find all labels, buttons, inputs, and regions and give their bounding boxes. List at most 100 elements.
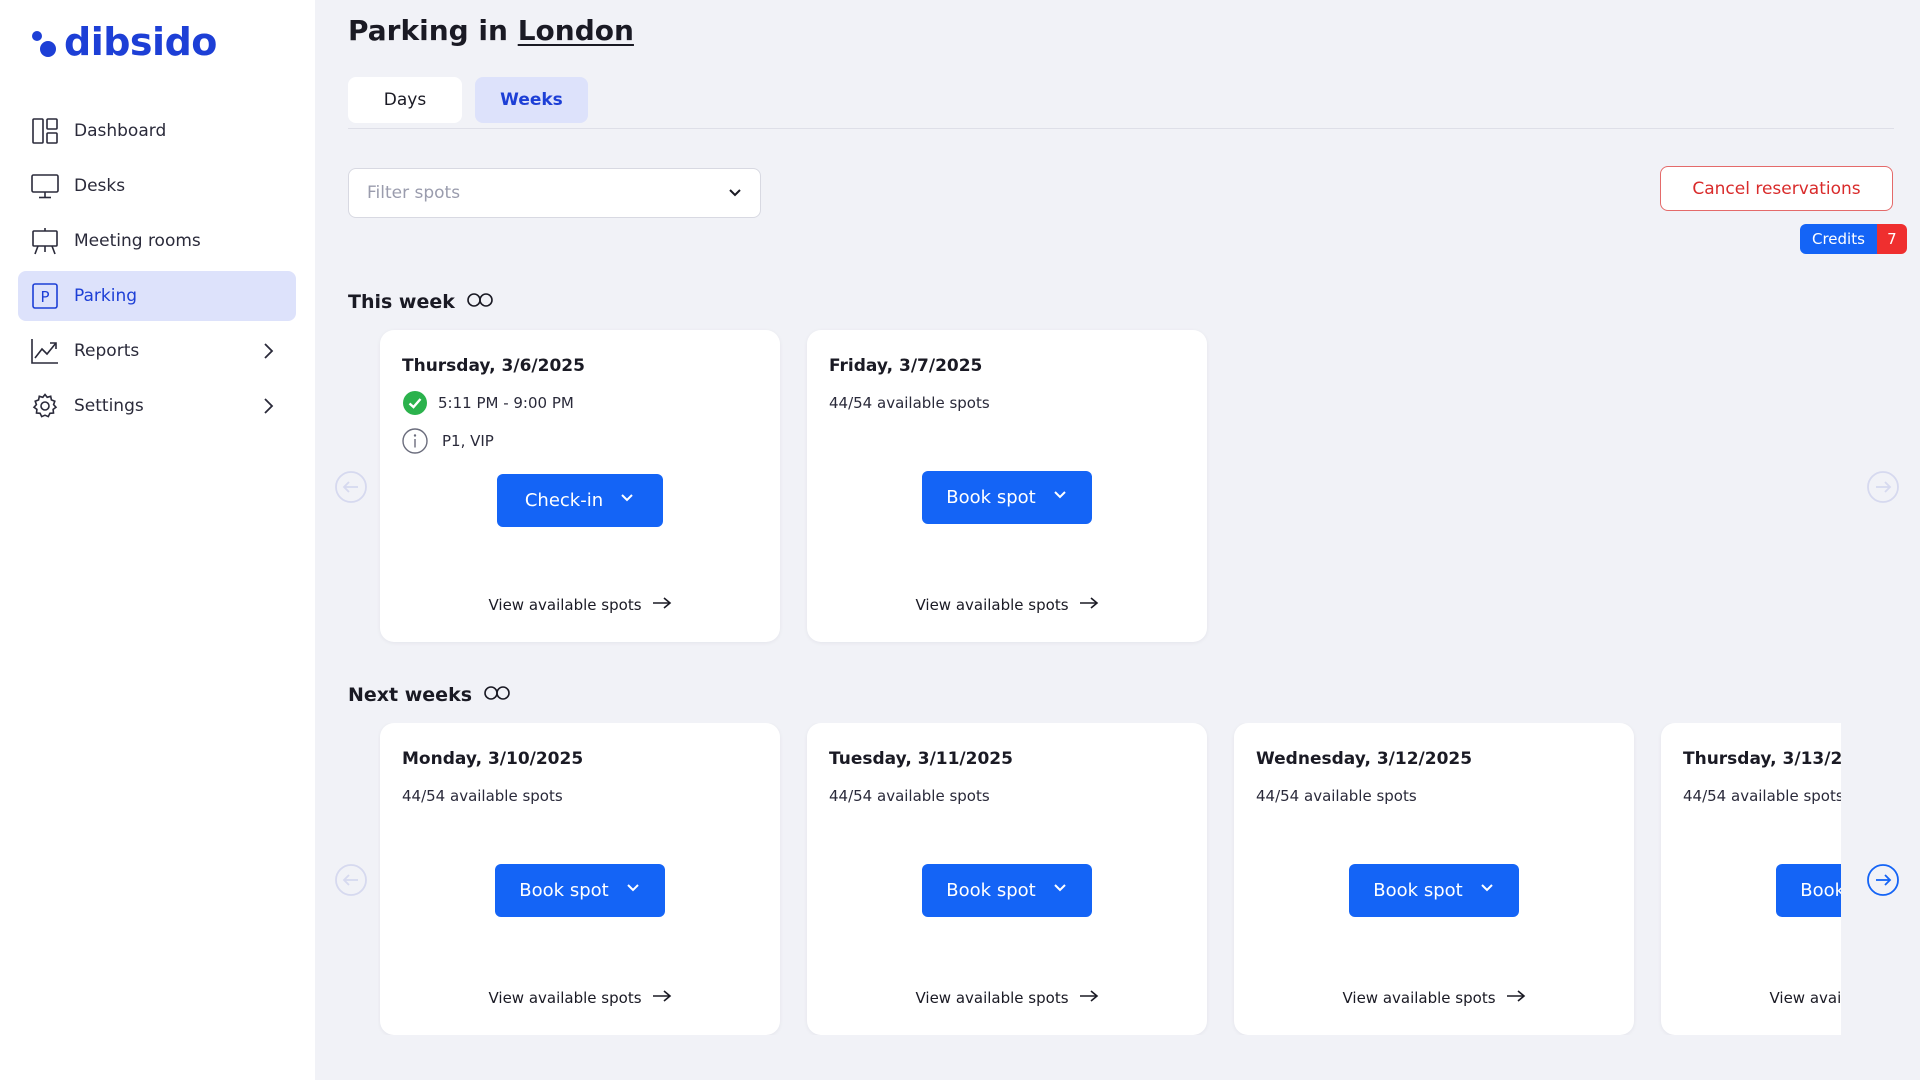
arrow-right-icon	[1079, 596, 1099, 614]
button-label: Check-in	[524, 490, 604, 511]
available-spots-count: 44/54 available spots	[829, 394, 990, 412]
chevron-down-icon	[619, 490, 635, 511]
credits-label: Credits	[1800, 224, 1877, 254]
button-label: Book spot	[946, 880, 1036, 901]
view-available-spots-link[interactable]: View available spots	[807, 596, 1207, 614]
sidebar-item-desks[interactable]: Desks	[18, 161, 296, 211]
sidebar-item-label: Dashboard	[74, 121, 167, 141]
tabs-divider	[348, 128, 1894, 129]
next-arrow-button[interactable]	[1866, 470, 1900, 504]
info-icon	[402, 428, 428, 454]
sidebar-item-label: Desks	[74, 176, 126, 196]
day-card: Monday, 3/10/2025 44/54 available spots …	[380, 723, 780, 1035]
sidebar-item-label: Settings	[74, 396, 144, 416]
button-label: Book spot	[1800, 880, 1841, 901]
filter-spots-select[interactable]: Filter spots	[348, 168, 761, 218]
check-circle-icon	[402, 390, 428, 416]
link-label: View available spots	[915, 989, 1069, 1007]
card-date: Monday, 3/10/2025	[402, 749, 584, 769]
book-spot-button[interactable]: Book spot	[1776, 864, 1841, 917]
link-label: View available spots	[1342, 989, 1496, 1007]
button-label: Book spot	[519, 880, 609, 901]
city-selector[interactable]: London	[518, 14, 634, 47]
book-spot-button[interactable]: Book spot	[922, 471, 1092, 524]
sidebar-item-meeting-rooms[interactable]: Meeting rooms	[18, 216, 296, 266]
arrow-right-icon	[1079, 989, 1099, 1007]
view-available-spots-link[interactable]: View available spots	[380, 596, 780, 614]
chevron-down-icon	[726, 184, 744, 207]
app-logo[interactable]: dibsido	[30, 20, 217, 64]
reservation-time-row: 5:11 PM - 9:00 PM	[402, 390, 574, 416]
check-in-button[interactable]: Check-in	[497, 474, 663, 527]
arrow-right-icon	[652, 989, 672, 1007]
tab-days[interactable]: Days	[348, 77, 462, 123]
section-title-text: This week	[348, 290, 455, 313]
view-available-spots-link[interactable]: View available spots	[1661, 989, 1841, 1007]
book-spot-button[interactable]: Book spot	[1349, 864, 1519, 917]
section-title-next-weeks: Next weeks	[348, 683, 512, 706]
link-label: View available spots	[488, 989, 642, 1007]
card-date: Tuesday, 3/11/2025	[829, 749, 1013, 769]
chevron-down-icon	[625, 880, 641, 901]
chevron-down-icon	[1052, 487, 1068, 508]
tab-weeks[interactable]: Weeks	[475, 77, 588, 123]
infinity-icon	[482, 683, 512, 706]
day-card: Tuesday, 3/11/2025 44/54 available spots…	[807, 723, 1207, 1035]
cancel-reservations-button[interactable]: Cancel reservations	[1660, 166, 1893, 211]
sidebar-item-label: Reports	[74, 341, 140, 361]
infinity-icon	[465, 290, 495, 313]
book-spot-button[interactable]: Book spot	[495, 864, 665, 917]
view-available-spots-link[interactable]: View available spots	[380, 989, 780, 1007]
chevron-right-icon	[258, 396, 278, 416]
sidebar-item-parking[interactable]: P Parking	[18, 271, 296, 321]
credits-badge[interactable]: Credits 7	[1800, 224, 1907, 254]
sidebar-item-label: Parking	[74, 286, 138, 306]
day-card: Thursday, 3/6/2025 5:11 PM - 9:00 PM P1,…	[380, 330, 780, 642]
chevron-right-icon	[258, 341, 278, 361]
arrow-right-icon	[1867, 471, 1899, 503]
sidebar-item-dashboard[interactable]: Dashboard	[18, 106, 296, 156]
sidebar-item-reports[interactable]: Reports	[18, 326, 296, 376]
reservation-spot: P1, VIP	[442, 432, 494, 450]
day-card: Friday, 3/7/2025 44/54 available spots B…	[807, 330, 1207, 642]
day-card: Thursday, 3/13/2025 44/54 available spot…	[1661, 723, 1841, 1035]
dashboard-icon	[30, 116, 60, 146]
button-label: Book spot	[1373, 880, 1463, 901]
credits-count: 7	[1876, 224, 1907, 254]
available-spots-count: 44/54 available spots	[1256, 787, 1417, 805]
available-spots-count: 44/54 available spots	[829, 787, 990, 805]
section-title-this-week: This week	[348, 290, 495, 313]
view-available-spots-link[interactable]: View available spots	[807, 989, 1207, 1007]
svg-text:P: P	[40, 288, 49, 306]
card-date: Thursday, 3/6/2025	[402, 356, 585, 376]
parking-icon: P	[30, 281, 60, 311]
chevron-down-icon	[1479, 880, 1495, 901]
card-date: Wednesday, 3/12/2025	[1256, 749, 1473, 769]
card-date: Thursday, 3/13/2025	[1683, 749, 1841, 769]
available-spots-count: 44/54 available spots	[402, 787, 563, 805]
prev-arrow-button[interactable]	[334, 863, 368, 897]
page-title: Parking in London	[348, 14, 634, 47]
easel-icon	[30, 226, 60, 256]
link-label: View available spots	[488, 596, 642, 614]
chart-line-icon	[30, 336, 60, 366]
prev-arrow-button[interactable]	[334, 470, 368, 504]
filter-placeholder: Filter spots	[367, 183, 461, 203]
reservation-time: 5:11 PM - 9:00 PM	[438, 394, 574, 412]
arrow-right-icon	[1867, 864, 1899, 896]
link-label: View available spots	[915, 596, 1069, 614]
chevron-down-icon	[1052, 880, 1068, 901]
button-label: Book spot	[946, 487, 1036, 508]
arrow-left-icon	[335, 471, 367, 503]
section-title-text: Next weeks	[348, 683, 473, 706]
sidebar-item-settings[interactable]: Settings	[18, 381, 296, 431]
next-arrow-button[interactable]	[1866, 863, 1900, 897]
arrow-right-icon	[1506, 989, 1526, 1007]
page-title-prefix: Parking in	[348, 14, 508, 47]
arrow-right-icon	[652, 596, 672, 614]
day-card: Wednesday, 3/12/2025 44/54 available spo…	[1234, 723, 1634, 1035]
view-available-spots-link[interactable]: View available spots	[1234, 989, 1634, 1007]
gear-icon	[30, 391, 60, 421]
book-spot-button[interactable]: Book spot	[922, 864, 1092, 917]
next-weeks-carousel: Monday, 3/10/2025 44/54 available spots …	[378, 723, 1841, 1035]
